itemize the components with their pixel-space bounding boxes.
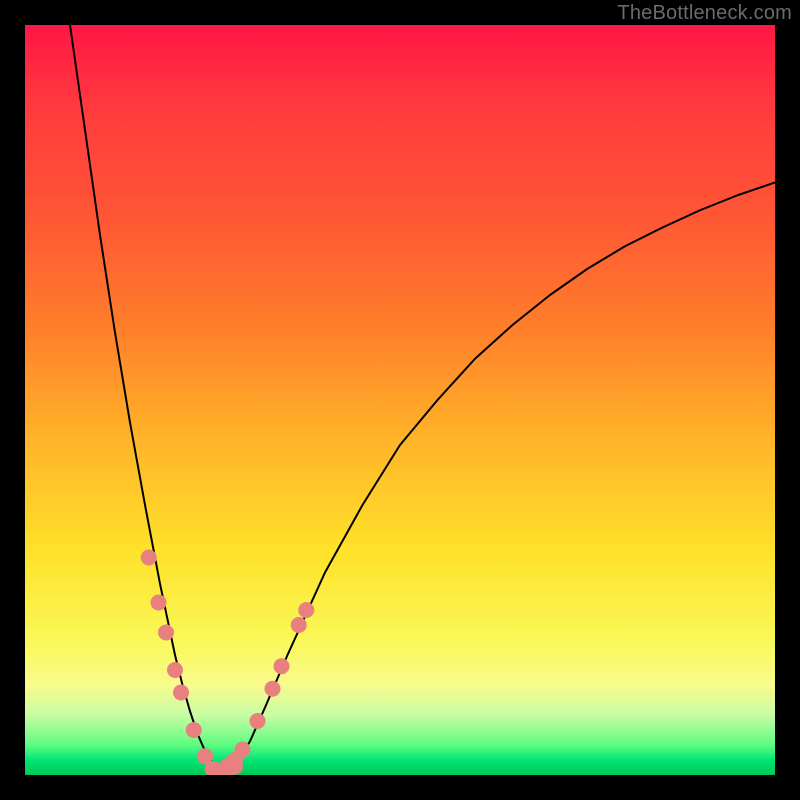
watermark: TheBottleneck.com: [617, 2, 792, 25]
data-marker: [227, 759, 243, 775]
data-marker: [250, 713, 266, 729]
plot-area: [25, 25, 775, 775]
data-marker: [141, 550, 157, 566]
curve-left-curve: [70, 25, 220, 771]
data-marker: [167, 662, 183, 678]
data-marker: [235, 742, 251, 758]
data-marker: [274, 658, 290, 674]
chart-svg: [25, 25, 775, 775]
data-marker: [158, 625, 174, 641]
data-marker: [186, 722, 202, 738]
markers-group: [141, 550, 315, 776]
data-marker: [151, 595, 167, 611]
data-marker: [291, 617, 307, 633]
data-marker: [265, 681, 281, 697]
data-marker: [298, 602, 314, 618]
chart-container: TheBottleneck.com: [0, 0, 800, 800]
curves-group: [70, 25, 775, 771]
curve-right-curve: [228, 183, 776, 771]
data-marker: [173, 685, 189, 701]
